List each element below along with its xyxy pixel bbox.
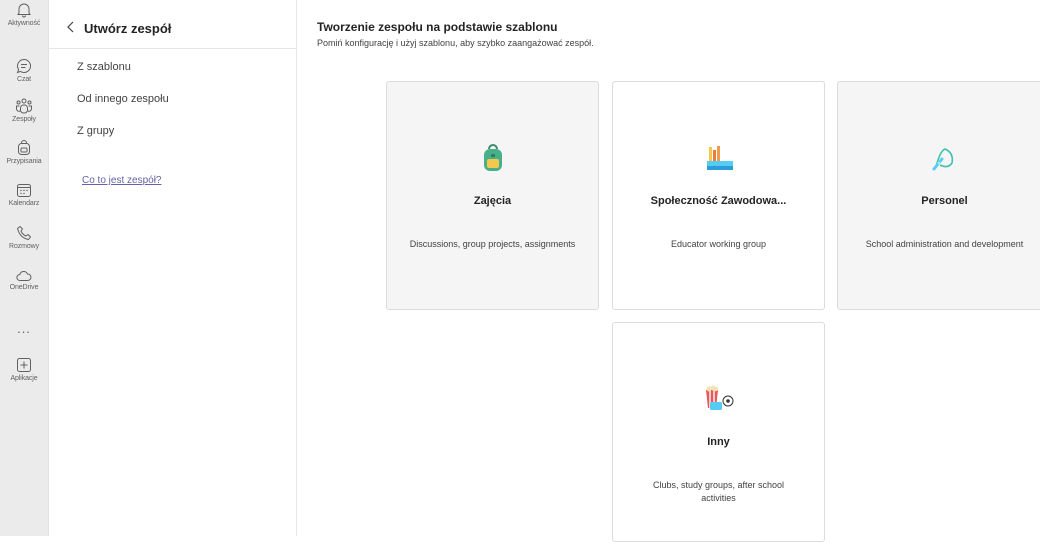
rail-item-calendar[interactable]: Kalendarz <box>0 182 48 208</box>
green-backpack-icon <box>483 144 502 171</box>
rail-item-chat[interactable]: Czat <box>0 58 48 84</box>
rail-label: Aktywność <box>7 20 41 27</box>
rail-label: Kalendarz <box>8 200 40 207</box>
rail-label: Aplikacje <box>10 375 38 382</box>
more-apps-button[interactable]: ... <box>0 320 48 338</box>
chevron-left-icon[interactable] <box>64 20 78 34</box>
rail-label: OneDrive <box>9 284 39 291</box>
nav-item-from-group[interactable]: Z grupy <box>77 125 114 137</box>
rail-item-assignments[interactable]: Przypisania <box>0 140 48 166</box>
rail-label: Rozmowy <box>8 243 40 250</box>
popcorn-ball-icon <box>705 385 733 410</box>
template-card-staff[interactable]: Personel School administration and devel… <box>837 81 1040 310</box>
phone-icon <box>17 226 31 240</box>
rail-item-onedrive[interactable]: OneDrive <box>0 270 48 292</box>
template-card-class[interactable]: Zajęcia Discussions, group projects, ass… <box>386 81 599 310</box>
chat-icon <box>16 58 32 74</box>
app-rail: Aktywność Czat Zespoły Przypisania Kalen… <box>0 0 49 536</box>
rail-item-activity[interactable]: Aktywność <box>0 2 48 28</box>
nav-item-from-team[interactable]: Od innego zespołu <box>77 93 169 105</box>
nav-header: Utwórz zespół <box>49 0 296 49</box>
card-description: Educator working group <box>670 239 767 249</box>
what-is-team-link[interactable]: Co to jest zespół? <box>82 175 162 186</box>
card-description: School administration and development <box>865 239 1024 249</box>
template-card-plc[interactable]: Społeczność Zawodowa... Educator working… <box>612 81 825 310</box>
rail-label: Przypisania <box>6 158 42 165</box>
card-title: Personel <box>921 195 968 207</box>
cloud-icon <box>16 270 32 282</box>
pencils-books-icon <box>706 146 733 170</box>
main-title: Tworzenie zespołu na podstawie szablonu <box>317 20 558 34</box>
apple-ribbon-icon <box>932 148 953 171</box>
rail-label: Czat <box>17 76 31 83</box>
nav-item-from-template[interactable]: Z szablonu <box>77 61 131 73</box>
card-title: Inny <box>707 436 730 448</box>
rail-label: Zespoły <box>12 116 36 123</box>
rail-item-calls[interactable]: Rozmowy <box>0 225 48 251</box>
main-subtitle: Pomiń konfigurację i użyj szablonu, aby … <box>317 38 594 48</box>
backpack-icon <box>18 140 30 155</box>
rail-item-teams[interactable]: Zespoły <box>0 98 48 124</box>
teams-icon <box>16 98 32 114</box>
bell-icon <box>17 3 31 18</box>
card-description: Discussions, group projects, assignments <box>409 239 576 249</box>
card-title: Zajęcia <box>473 195 512 207</box>
calendar-icon <box>17 184 31 197</box>
card-title: Społeczność Zawodowa... <box>650 195 787 207</box>
page-title: Utwórz zespół <box>84 21 172 36</box>
card-description: Clubs, study groups, after school activi… <box>652 480 785 503</box>
add-apps-icon <box>17 358 31 372</box>
create-team-nav: Utwórz zespół Z szablonu Od innego zespo… <box>49 0 297 536</box>
template-card-other[interactable]: Inny Clubs, study groups, after school a… <box>612 322 825 542</box>
rail-item-apps[interactable]: Aplikacje <box>0 357 48 383</box>
more-icon: ... <box>17 321 31 336</box>
